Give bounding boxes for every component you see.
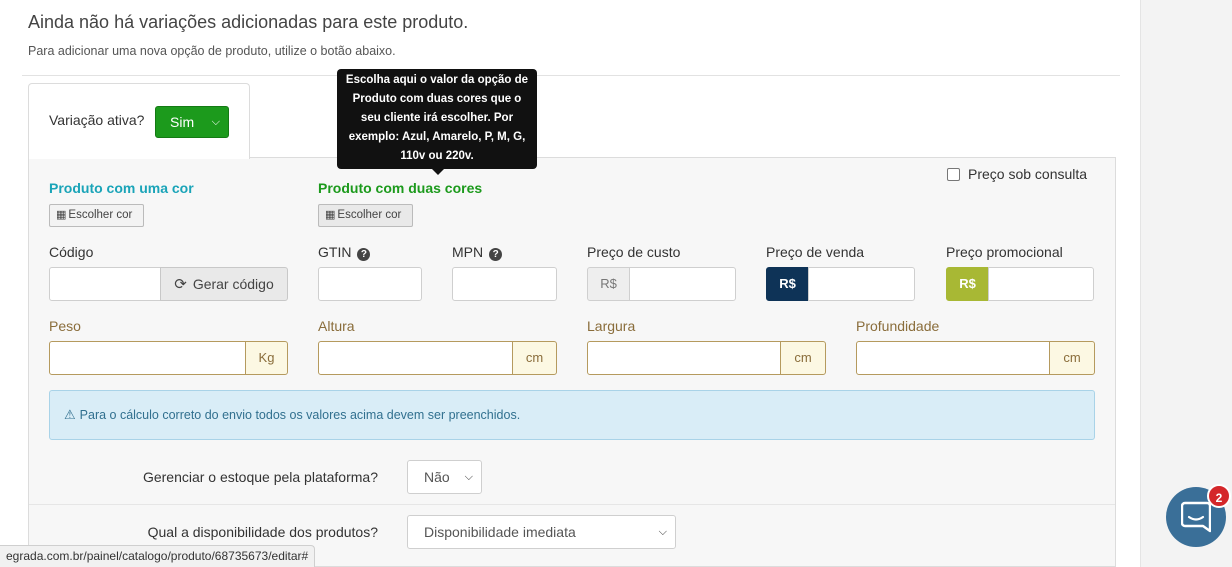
- mpn-input[interactable]: [452, 267, 557, 301]
- notification-badge: 2: [1207, 484, 1231, 508]
- sale-price-label: Preço de venda: [766, 244, 865, 260]
- variation-active-label: Variação ativa?: [49, 112, 145, 128]
- promo-price-input[interactable]: [988, 267, 1094, 301]
- height-label: Altura: [318, 318, 355, 334]
- gtin-label: GTIN?: [318, 244, 371, 261]
- weight-unit: Kg: [245, 341, 288, 375]
- chevron-down-icon: ⌵: [211, 116, 220, 128]
- width-input[interactable]: [587, 341, 782, 375]
- promo-currency-addon: R$: [946, 267, 989, 301]
- sale-currency-addon: R$: [766, 267, 809, 301]
- chat-icon: [1181, 501, 1211, 533]
- divider: [22, 75, 1120, 76]
- shipping-info-alert: ⚠ Para o cálculo correto do envio todos o…: [49, 390, 1095, 440]
- depth-unit: cm: [1049, 341, 1095, 375]
- main-panel: Ainda não há variações adicionadas para …: [0, 0, 1141, 567]
- cost-price-input[interactable]: [629, 267, 736, 301]
- row-divider: [29, 504, 1115, 505]
- mpn-label: MPN?: [452, 244, 503, 261]
- question-icon[interactable]: ?: [357, 248, 371, 261]
- gtin-label-text: GTIN: [318, 244, 352, 260]
- grid-icon: ▦: [325, 209, 335, 221]
- cost-currency-addon: R$: [587, 267, 630, 301]
- checkbox-icon[interactable]: [947, 167, 960, 181]
- question-icon[interactable]: ?: [489, 248, 503, 261]
- chevron-down-icon: ⌵: [464, 471, 473, 483]
- stock-management-label: Gerenciar o estoque pela plataforma?: [142, 469, 378, 485]
- cost-price-label: Preço de custo: [587, 244, 681, 260]
- height-unit: cm: [512, 341, 557, 375]
- depth-label: Profundidade: [856, 318, 940, 334]
- width-label: Largura: [587, 318, 636, 334]
- alert-text: Para o cálculo correto do envio todos os…: [79, 408, 521, 422]
- variation-active-select[interactable]: Sim ⌵: [155, 106, 229, 138]
- weight-input[interactable]: [49, 341, 247, 375]
- stock-management-select[interactable]: Não ⌵: [407, 460, 482, 494]
- tooltip: Escolha aqui o valor da opção de Produto…: [337, 69, 537, 169]
- warning-icon: ⚠: [64, 407, 76, 422]
- stock-management-value: Não: [424, 469, 450, 485]
- width-unit: cm: [780, 341, 826, 375]
- availability-label: Qual a disponibilidade dos produtos?: [147, 524, 378, 540]
- chevron-down-icon: ⌵: [658, 526, 667, 538]
- two-colors-label: Produto com duas cores: [318, 180, 483, 196]
- variation-tab[interactable]: Variação ativa? Sim ⌵: [28, 83, 250, 159]
- code-input[interactable]: [49, 267, 162, 301]
- grid-icon: ▦: [56, 209, 66, 221]
- sale-price-input[interactable]: [808, 267, 915, 301]
- availability-select[interactable]: Disponibilidade imediata ⌵: [407, 515, 676, 549]
- promo-price-label: Preço promocional: [946, 244, 1063, 260]
- page-subtitle: Para adicionar uma nova opção de produto…: [28, 44, 396, 58]
- page-title: Ainda não há variações adicionadas para …: [28, 12, 469, 32]
- height-input[interactable]: [318, 341, 514, 375]
- availability-value: Disponibilidade imediata: [424, 524, 576, 540]
- price-on-request-checkbox[interactable]: Preço sob consulta: [947, 166, 1087, 182]
- choose-color-button-two[interactable]: ▦ Escolher cor: [318, 204, 413, 227]
- choose-color-label: Escolher cor: [337, 209, 402, 221]
- browser-status-bar: egrada.com.br/painel/catalogo/produto/68…: [0, 545, 316, 567]
- single-color-label: Produto com uma cor: [49, 180, 194, 196]
- depth-input[interactable]: [856, 341, 1051, 375]
- gtin-input[interactable]: [318, 267, 422, 301]
- refresh-icon: ⟳: [174, 276, 187, 293]
- tooltip-arrow: [432, 169, 444, 175]
- mpn-label-text: MPN: [452, 244, 484, 260]
- choose-color-button-single[interactable]: ▦ Escolher cor: [49, 204, 144, 227]
- weight-label: Peso: [49, 318, 81, 334]
- variation-active-value: Sim: [170, 114, 195, 130]
- price-on-request-label: Preço sob consulta: [968, 166, 1088, 182]
- generate-code-button[interactable]: ⟳ Gerar código: [160, 267, 288, 301]
- choose-color-label: Escolher cor: [68, 209, 133, 221]
- code-label: Código: [49, 244, 94, 260]
- generate-code-label: Gerar código: [192, 276, 274, 292]
